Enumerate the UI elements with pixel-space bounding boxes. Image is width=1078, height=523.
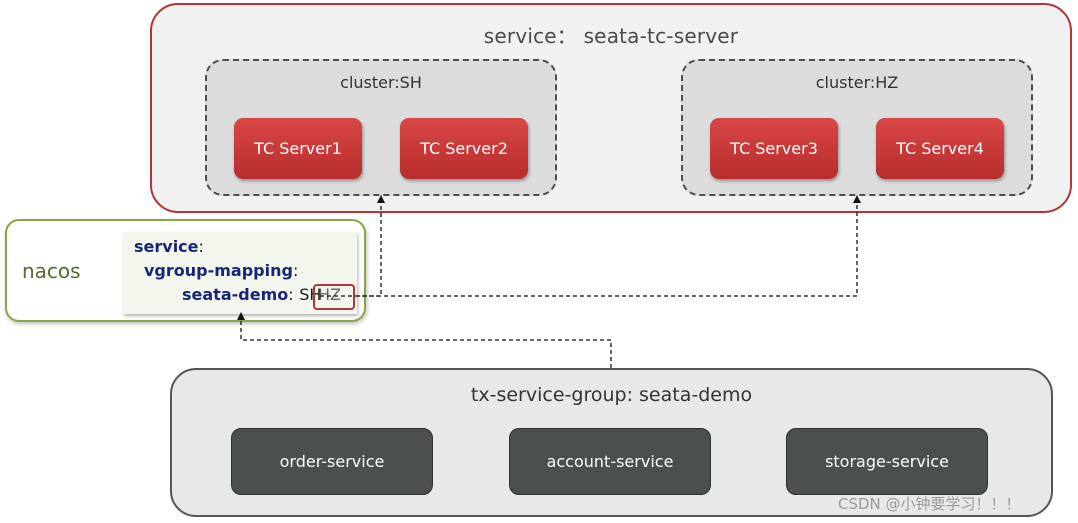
arrow-sh-to-cluster-sh <box>320 195 385 297</box>
connector-arrows <box>237 195 861 368</box>
csdn-watermark: CSDN @小钟要学习！！！ <box>838 495 1021 513</box>
arrow-txgroup-to-nacos <box>237 312 612 368</box>
arrow-hz-to-cluster-hz <box>356 195 861 297</box>
